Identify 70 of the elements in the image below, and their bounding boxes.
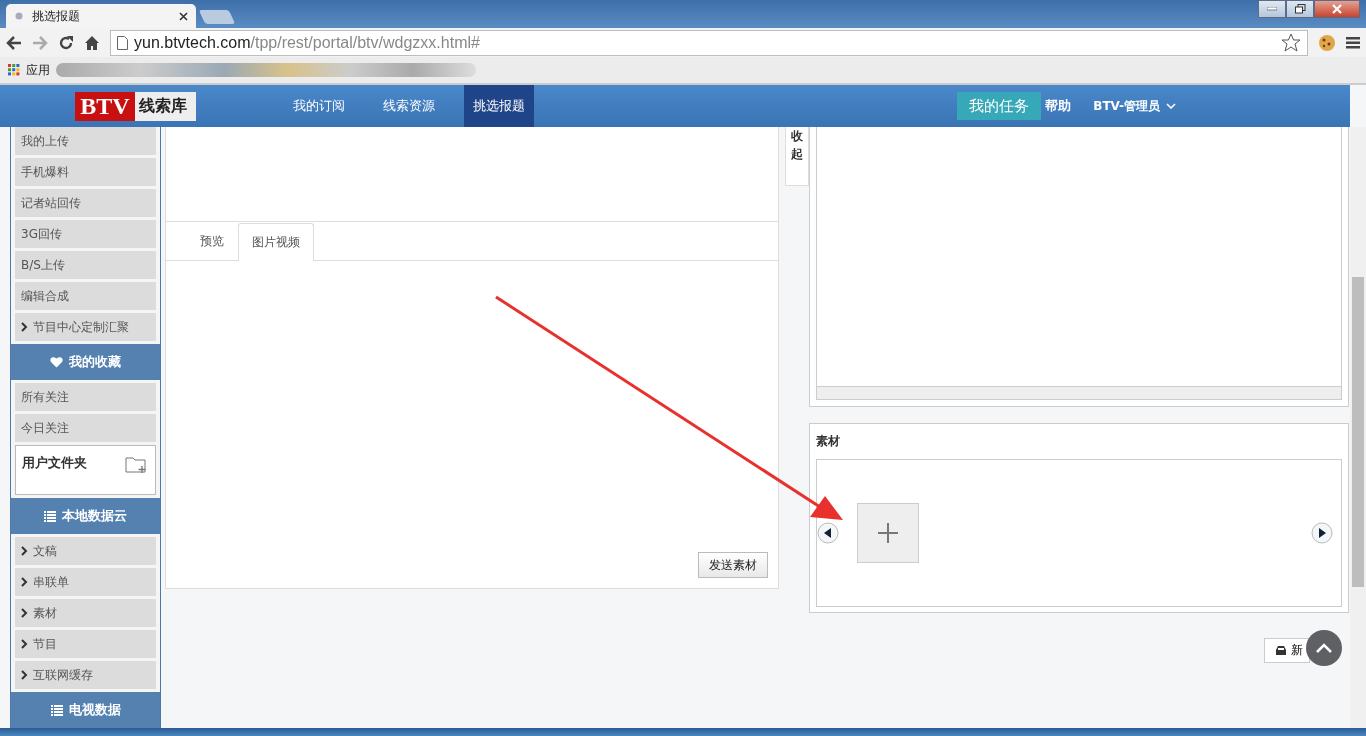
chevron-icon — [21, 546, 28, 556]
page-icon — [117, 35, 128, 50]
sidebar-item[interactable]: 编辑合成 — [15, 282, 156, 310]
chevron-icon — [21, 577, 28, 587]
sidebar-item[interactable]: 节目 — [15, 630, 156, 658]
user-menu[interactable]: BTV-管理员 — [1093, 97, 1176, 115]
list-icon — [44, 510, 56, 522]
apps-icon[interactable] — [8, 64, 20, 76]
scroll-to-top-button[interactable] — [1306, 630, 1342, 666]
chevron-up-icon — [1316, 643, 1332, 653]
menu-icon[interactable] — [1346, 36, 1360, 49]
material-title: 素材 — [816, 433, 841, 450]
restore-button[interactable] — [1286, 0, 1314, 18]
sidebar-item[interactable]: 记者站回传 — [15, 189, 156, 217]
home-icon[interactable] — [84, 34, 100, 51]
chevron-icon — [21, 322, 28, 332]
caret-icon — [1166, 103, 1176, 109]
horizontal-scrollbar[interactable] — [817, 386, 1341, 399]
new-button[interactable]: 新 — [1264, 638, 1310, 663]
plus-icon — [877, 522, 899, 544]
nav-tab[interactable]: 我的订阅 — [284, 85, 354, 127]
reload-icon[interactable] — [58, 34, 74, 51]
browser-tab[interactable]: 挑选报题 — [6, 4, 196, 28]
sidebar-item[interactable]: 素材 — [15, 599, 156, 627]
panel-tab[interactable]: 图片视频 — [238, 223, 314, 261]
chevron-icon — [21, 639, 28, 649]
next-button[interactable] — [1311, 522, 1333, 544]
add-folder-icon[interactable] — [125, 454, 149, 474]
send-material-button[interactable]: 发送素材 — [698, 552, 768, 578]
chevron-icon — [21, 608, 28, 618]
sidebar-item[interactable]: 串联单 — [15, 568, 156, 596]
back-icon[interactable] — [6, 35, 22, 50]
star-icon[interactable] — [1281, 33, 1301, 52]
sidebar-item[interactable]: B/S上传 — [15, 251, 156, 279]
previous-button[interactable] — [817, 522, 839, 544]
sidebar-section-header[interactable]: 本地数据云 — [11, 498, 160, 534]
panel-tab[interactable]: 预览 — [186, 222, 238, 260]
restore-icon — [1294, 4, 1306, 14]
folder-label: 用户文件夹 — [22, 454, 87, 472]
sidebar-section-header[interactable]: 电视数据 — [11, 692, 160, 728]
nav-tab[interactable]: 线索资源 — [374, 85, 444, 127]
logo: BTV 线索库 — [75, 91, 196, 121]
minimize-button[interactable] — [1258, 0, 1286, 18]
heart-icon — [50, 356, 63, 368]
sidebar-item[interactable]: 所有关注 — [15, 383, 156, 411]
add-material-button[interactable] — [857, 503, 919, 563]
cookie-icon[interactable] — [1318, 33, 1336, 52]
sidebar-item[interactable]: 3G回传 — [15, 220, 156, 248]
page-icon — [14, 11, 24, 21]
sidebar-item[interactable]: 我的上传 — [15, 127, 156, 155]
collapse-tab[interactable]: 收起 — [785, 127, 809, 186]
address-bar[interactable]: yun.btvtech.com/tpp/rest/portal/btv/wdgzxx.html# — [110, 29, 1308, 56]
sidebar-item[interactable]: 今日关注 — [15, 414, 156, 442]
close-icon[interactable] — [179, 11, 188, 21]
close-icon — [1332, 4, 1342, 14]
minimize-icon — [1267, 7, 1277, 11]
nav-tab[interactable]: 挑选报题 — [464, 85, 534, 127]
vertical-scrollbar[interactable] — [1350, 127, 1366, 728]
sidebar-section-header[interactable]: 我的收藏 — [11, 344, 160, 380]
help-link[interactable]: 帮助 — [1045, 97, 1072, 115]
sidebar-item[interactable]: 互联网缓存 — [15, 661, 156, 689]
apps-label[interactable]: 应用 — [26, 61, 50, 79]
close-button[interactable] — [1314, 0, 1360, 18]
new-tab-button[interactable] — [198, 10, 236, 24]
chevron-icon — [21, 670, 28, 680]
sidebar-item[interactable]: 文稿 — [15, 537, 156, 565]
sidebar-item[interactable]: 手机爆料 — [15, 158, 156, 186]
sidebar-item[interactable]: 节目中心定制汇聚 — [15, 313, 156, 341]
list-icon — [50, 704, 63, 716]
inbox-icon — [1275, 645, 1287, 656]
